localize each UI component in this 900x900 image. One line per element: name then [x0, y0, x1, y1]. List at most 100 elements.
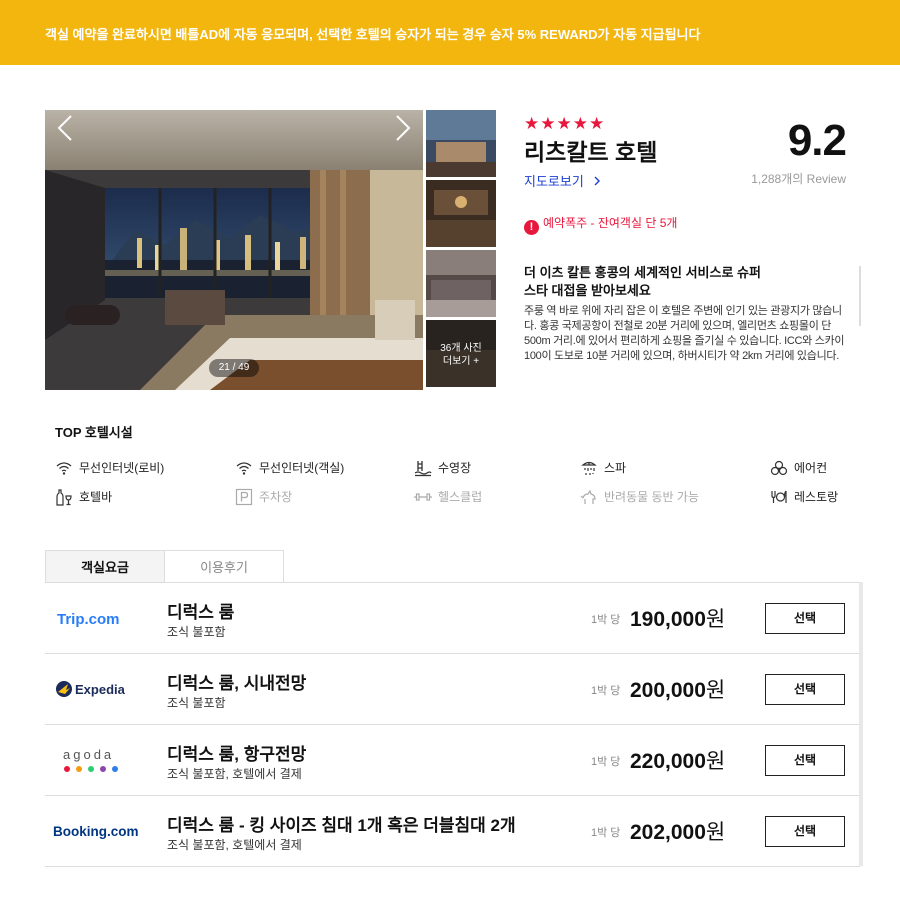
- availability-alert-text: 예약폭주 - 잔여객실 단 5개: [543, 216, 678, 230]
- room-conditions: 조식 불포함: [167, 696, 226, 710]
- per-night-label: 1박 당: [591, 827, 621, 839]
- facility-label: 호텔바: [79, 490, 113, 504]
- main-photo[interactable]: 21 / 49: [45, 110, 423, 390]
- price-amount: 190,000: [630, 608, 706, 631]
- facilities-title: TOP 호텔시설: [55, 425, 133, 440]
- facility-pool: 수영장: [414, 459, 471, 477]
- facility-restaurant: 레스토랑: [770, 488, 838, 506]
- hotel-name: 리츠칼트 호텔: [524, 139, 658, 165]
- room-list-scrollbar[interactable]: [859, 582, 863, 866]
- next-photo-arrow-icon[interactable]: [387, 110, 417, 146]
- facility-label: 스파: [604, 461, 627, 475]
- description-scrollbar[interactable]: [859, 266, 861, 326]
- booking-com-logo: Booking.com: [53, 824, 139, 839]
- facility-spa: 스파: [580, 459, 626, 477]
- map-link[interactable]: 지도로보기: [524, 171, 603, 190]
- room-conditions: 조식 불포함, 호텔에서 결제: [167, 838, 302, 852]
- price-amount: 220,000: [630, 750, 706, 773]
- dumbbell-icon: [414, 493, 432, 501]
- restaurant-icon: [771, 490, 787, 503]
- photo-counter: 21 / 49: [209, 359, 259, 377]
- availability-alert: ! 예약폭주 - 잔여객실 단 5개: [524, 214, 677, 235]
- agoda-logo: agoda: [63, 747, 118, 772]
- facility-label: 헬스클럽: [438, 490, 483, 504]
- facility-parking: 주차장: [235, 488, 292, 506]
- review-score: 9.2: [787, 116, 847, 165]
- facility-label: 레스토랑: [794, 490, 839, 504]
- prev-photo-arrow-icon[interactable]: [51, 110, 81, 146]
- photo-gallery: 21 / 49 36개 사진 더보기 +: [45, 110, 496, 390]
- wifi-icon: [236, 462, 252, 475]
- provider-name: Booking.com: [53, 824, 139, 839]
- price-amount: 200,000: [630, 679, 706, 702]
- facility-wifi-room: 무선인터넷(객실): [235, 459, 344, 477]
- facility-bar: 호텔바: [55, 488, 112, 506]
- room-name: 디럭스 룸, 항구전망: [167, 745, 307, 764]
- room-name: 디럭스 룸, 시내전망: [167, 674, 307, 693]
- room-name: 디럭스 룸 - 킹 사이즈 침대 1개 혹은 더블침대 2개: [167, 816, 516, 835]
- facility-gym: 헬스클럽: [414, 488, 482, 506]
- facility-label: 무선인터넷(로비): [79, 461, 165, 475]
- more-photos-label: 더보기 +: [442, 356, 480, 367]
- parking-icon: [235, 488, 253, 506]
- select-room-button[interactable]: 선택: [765, 603, 845, 634]
- air-conditioner-icon: [770, 460, 788, 476]
- room-price: 200,000원: [630, 674, 725, 704]
- thumbnail-2[interactable]: [426, 180, 496, 247]
- select-room-button[interactable]: 선택: [765, 745, 845, 776]
- pet-icon: [580, 489, 596, 504]
- thumbnail-1[interactable]: [426, 110, 496, 177]
- bar-icon: [56, 489, 72, 506]
- expedia-logo: Expedia: [56, 681, 126, 697]
- exclamation-icon: !: [524, 220, 539, 235]
- room-row: Trip.com 디럭스 룸 조식 불포함 1박 당 190,000원 선택: [45, 583, 860, 654]
- price-amount: 202,000: [630, 821, 706, 844]
- room-price: 220,000원: [630, 745, 725, 775]
- price-currency: 원: [705, 750, 726, 773]
- description-title: 더 이츠 칼튼 홍콩의 세계적인 서비스로 슈퍼스타 대접을 받아보세요: [524, 265, 761, 298]
- map-link-label: 지도로보기: [524, 174, 584, 189]
- facility-pets: 반려동물 동반 가능: [580, 488, 699, 506]
- description-text: 주룽 역 바로 위에 자리 잡은 이 호텔은 주변에 인기 있는 관광지가 많습…: [524, 305, 845, 362]
- room-price: 202,000원: [630, 816, 725, 846]
- trip-com-logo: Trip.com: [57, 611, 120, 628]
- price-currency: 원: [705, 821, 726, 844]
- spa-icon: [581, 461, 597, 475]
- wifi-icon: [56, 462, 72, 475]
- facility-wifi-lobby: 무선인터넷(로비): [55, 459, 164, 477]
- price-currency: 원: [705, 608, 726, 631]
- chevron-right-icon: [594, 176, 601, 186]
- room-price: 190,000원: [630, 603, 725, 633]
- provider-name: Expedia: [75, 682, 126, 697]
- tab-reviews[interactable]: 이용후기: [164, 550, 284, 583]
- thumbnail-3[interactable]: [426, 250, 496, 317]
- more-photos-thumbnail[interactable]: 36개 사진 더보기 +: [426, 320, 496, 387]
- facility-label: 수영장: [438, 461, 472, 475]
- room-conditions: 조식 불포함, 호텔에서 결제: [167, 767, 302, 781]
- room-conditions: 조식 불포함: [167, 625, 226, 639]
- select-room-button[interactable]: 선택: [765, 674, 845, 705]
- more-photos-count: 36개 사진: [440, 343, 482, 354]
- room-name: 디럭스 룸: [167, 603, 235, 622]
- room-row: Expedia 디럭스 룸, 시내전망 조식 불포함 1박 당 200,000원…: [45, 654, 860, 725]
- facility-label: 반려동물 동반 가능: [604, 490, 699, 504]
- per-night-label: 1박 당: [591, 614, 621, 626]
- select-room-button[interactable]: 선택: [765, 816, 845, 847]
- facility-label: 주차장: [259, 490, 293, 504]
- tab-room-rates[interactable]: 객실요금: [45, 550, 165, 583]
- facility-air-conditioner: 에어컨: [770, 459, 827, 477]
- review-count[interactable]: 1,288개의 Review: [751, 170, 846, 187]
- facility-label: 무선인터넷(객실): [259, 461, 345, 475]
- per-night-label: 1박 당: [591, 756, 621, 768]
- promo-banner-text: 객실 예약을 완료하시면 배틀AD에 자동 응모되며, 선택한 호텔의 승자가 …: [45, 27, 701, 42]
- facility-label: 에어컨: [794, 461, 828, 475]
- provider-name: Trip.com: [57, 611, 120, 628]
- promo-banner: 객실 예약을 완료하시면 배틀AD에 자동 응모되며, 선택한 호텔의 승자가 …: [0, 0, 900, 65]
- price-currency: 원: [705, 679, 726, 702]
- pool-icon: [414, 461, 432, 477]
- star-rating: ★★★★★: [524, 114, 606, 133]
- room-row: Booking.com 디럭스 룸 - 킹 사이즈 침대 1개 혹은 더블침대 …: [45, 796, 860, 867]
- room-rate-list: Trip.com 디럭스 룸 조식 불포함 1박 당 190,000원 선택 E…: [45, 582, 860, 867]
- more-photos-overlay[interactable]: 36개 사진 더보기 +: [426, 320, 496, 387]
- per-night-label: 1박 당: [591, 685, 621, 697]
